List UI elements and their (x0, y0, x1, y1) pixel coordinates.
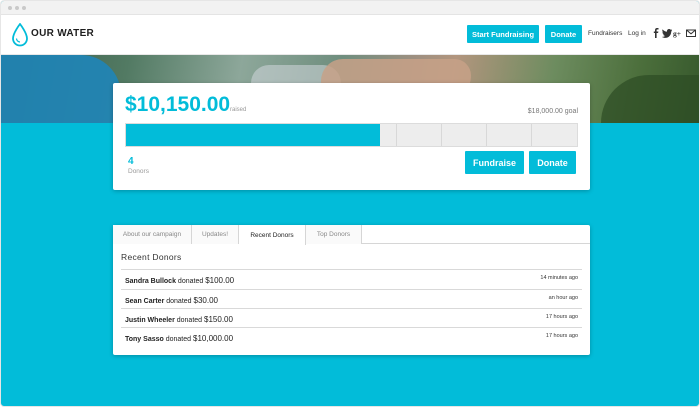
donor-name: Sandra Bullock (125, 278, 176, 285)
donor-label: Donors (128, 168, 149, 175)
donate-button[interactable]: Donate (529, 151, 576, 174)
google-plus-icon[interactable]: g+ (673, 28, 683, 38)
donated-word: donated (177, 278, 204, 285)
window-dot[interactable] (8, 6, 12, 10)
progress-segment-divider (486, 124, 487, 146)
donor-entry: Tony Sasso donated $10,000.00 (125, 334, 233, 343)
donation-time: 17 hours ago (545, 314, 578, 320)
tab-updates[interactable]: Updates! (192, 225, 239, 244)
hero-image-part (1, 55, 121, 123)
svg-text:g+: g+ (673, 29, 681, 38)
donor-name: Justin Wheeler (125, 317, 175, 324)
hero-image-part (601, 75, 699, 123)
raised-amount: $10,150.00 (125, 93, 231, 116)
raised-label: raised (230, 107, 247, 113)
fundraise-button[interactable]: Fundraise (465, 151, 524, 174)
window-dot[interactable] (22, 6, 26, 10)
donation-amount: $100.00 (205, 276, 235, 285)
tab-top-donors[interactable]: Top Donors (306, 225, 362, 244)
window-chrome (1, 1, 699, 15)
donation-amount: $150.00 (204, 315, 233, 324)
donor-count: 4 (128, 156, 134, 167)
donor-entry: Sandra Bullock donated $100.00 (125, 276, 234, 285)
progress-segment-divider (396, 124, 397, 146)
donation-amount: $10,000.00 (193, 334, 234, 343)
tab-recent-donors[interactable]: Recent Donors (239, 225, 306, 245)
fundraising-progress-bar (125, 123, 578, 147)
login-link[interactable]: Log in (628, 30, 646, 37)
brand-name[interactable]: OUR WATER (31, 28, 94, 39)
twitter-icon[interactable] (662, 28, 672, 38)
donated-word: donated (166, 298, 192, 305)
start-fundraising-button[interactable]: Start Fundraising (467, 25, 539, 43)
recent-donors-title: Recent Donors (121, 252, 182, 262)
campaign-tabs: About our campaign Updates! Recent Donor… (113, 225, 590, 245)
donor-row: Sean Carter donated $30.00 an hour ago (121, 289, 582, 309)
donor-row: Justin Wheeler donated $150.00 17 hours … (121, 308, 582, 328)
donor-name: Tony Sasso (125, 336, 164, 343)
donation-time: 14 minutes ago (540, 275, 578, 281)
donated-word: donated (176, 317, 203, 324)
water-drop-logo-icon[interactable] (11, 23, 29, 47)
window-dot[interactable] (15, 6, 19, 10)
campaign-summary-card: $10,150.00 raised $18,000.00 goal 4 Dono… (113, 83, 590, 190)
donor-entry: Justin Wheeler donated $150.00 (125, 315, 233, 324)
header-donate-button[interactable]: Donate (545, 25, 582, 43)
donation-amount: $30.00 (193, 296, 218, 305)
progress-segment-divider (441, 124, 442, 146)
donation-time: 17 hours ago (545, 333, 578, 339)
donated-word: donated (165, 336, 192, 343)
donation-time: an hour ago (548, 295, 578, 301)
donor-row: Tony Sasso donated $10,000.00 17 hours a… (121, 327, 582, 347)
email-icon[interactable] (686, 28, 696, 38)
campaign-details-card: About our campaign Updates! Recent Donor… (113, 225, 590, 355)
progress-fill (126, 124, 381, 146)
donor-entry: Sean Carter donated $30.00 (125, 296, 218, 305)
progress-segment-divider (531, 124, 532, 146)
browser-window: OUR WATER Start Fundraising Donate Fundr… (0, 0, 700, 407)
donor-row: Sandra Bullock donated $100.00 14 minute… (121, 269, 582, 289)
fundraisers-link[interactable]: Fundraisers (588, 30, 622, 37)
donor-name: Sean Carter (125, 298, 165, 305)
tab-about-campaign[interactable]: About our campaign (113, 225, 192, 244)
facebook-icon[interactable] (651, 28, 661, 38)
goal-amount: $18,000.00 goal (527, 108, 578, 115)
site-header: OUR WATER Start Fundraising Donate Fundr… (1, 15, 699, 55)
